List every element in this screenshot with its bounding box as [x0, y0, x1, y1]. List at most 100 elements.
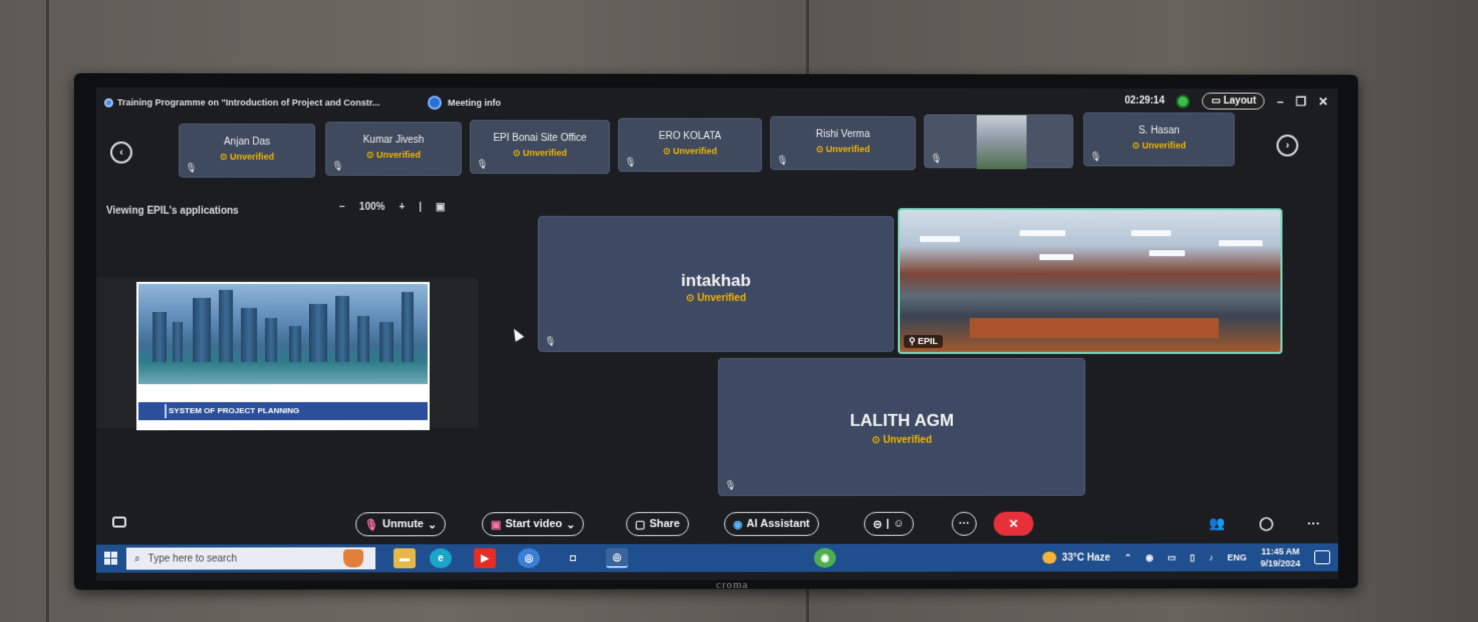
participant-thumb[interactable]: S. Hasan ⊙ Unverified 🎙	[1083, 112, 1235, 167]
edge-icon[interactable]: e	[429, 548, 452, 569]
participant-video-feed	[976, 115, 1027, 170]
zoom-in-button[interactable]: +	[399, 202, 405, 213]
captions-icon[interactable]	[112, 516, 127, 528]
layout-label: Layout	[1223, 95, 1257, 107]
shared-content-area[interactable]: SYSTEM OF PROJECT PLANNING	[96, 277, 478, 431]
tv-monitor: Training Programme on "Introduction of P…	[74, 73, 1359, 591]
windows-start-icon[interactable]	[104, 551, 118, 565]
webex-logo-icon	[104, 97, 114, 107]
slide-accent-line	[164, 404, 167, 419]
clock[interactable]: 11:45 AM 9/19/2024	[1261, 545, 1301, 569]
close-icon: ✕	[1008, 516, 1019, 531]
skyline-tower	[240, 307, 258, 363]
weather-haze-icon	[1042, 551, 1057, 564]
participant-tile-intakhab[interactable]: intakhab ⊙ Unverified 🎙	[537, 215, 894, 353]
webex-meeting-window: Training Programme on "Introduction of P…	[96, 87, 1339, 581]
video-name-tag: ⚲ EPIL	[903, 334, 943, 348]
zoom-out-button[interactable]: −	[339, 202, 345, 213]
chat-icon[interactable]: ◯	[1259, 516, 1273, 532]
search-highlight-icon	[343, 549, 364, 568]
taskbar-search-input[interactable]: ⌕ Type here to search	[126, 547, 376, 570]
volume-icon[interactable]: ♪	[1209, 552, 1213, 562]
weather-text: 33°C Haze	[1062, 552, 1111, 564]
more-icon[interactable]: ···	[1307, 515, 1320, 531]
meeting-info-button[interactable]: Meeting info	[427, 95, 501, 110]
ai-assistant-label: AI Assistant	[746, 517, 810, 530]
unverified-badge: ⊙ Unverified	[662, 145, 718, 156]
search-icon: ⌕	[134, 553, 141, 565]
ceiling-light	[1039, 254, 1074, 261]
participant-video-thumb[interactable]: 🎙	[923, 114, 1074, 170]
network-icon[interactable]: ▭	[1167, 552, 1175, 563]
unverified-badge: ⊙ Unverified	[1132, 140, 1186, 151]
language-indicator[interactable]: ENG	[1227, 552, 1246, 562]
meeting-controls: 🎙 Unmute ⌄ ▣ Start video ⌄ ▢ Share ◉ AI …	[96, 507, 1338, 540]
unverified-badge: ⊙ Unverified	[366, 149, 421, 160]
skyline-tower	[357, 315, 370, 363]
chevron-down-icon[interactable]: ⌄	[566, 518, 575, 531]
restore-button[interactable]: ❐	[1296, 94, 1307, 108]
participant-tile-lalith-agm[interactable]: LALITH AGM ⊙ Unverified 🎙	[718, 357, 1086, 496]
webex-icon[interactable]: ◎	[517, 548, 540, 569]
leave-meeting-button[interactable]: ✕	[993, 511, 1034, 536]
unverified-badge: ⊙ Unverified	[871, 434, 932, 446]
notifications-icon[interactable]	[1314, 550, 1331, 565]
unmute-button[interactable]: 🎙 Unmute ⌄	[355, 512, 446, 537]
system-tray: 33°C Haze ⌃ ◉ ▭ ▯ ♪ ENG 11:45 AM 9/19/20…	[1042, 545, 1331, 569]
clock-time: 11:45 AM	[1261, 546, 1300, 557]
muted-mic-icon: 🎙	[724, 479, 737, 490]
participant-thumb[interactable]: ERO KOLATA ⊙ Unverified 🎙	[617, 117, 762, 173]
close-button[interactable]: ✕	[1318, 94, 1328, 108]
shield-icon	[427, 95, 442, 110]
ceiling-light	[919, 236, 960, 243]
minimize-button[interactable]: –	[1277, 94, 1284, 108]
annotate-icon[interactable]: ▣	[436, 202, 445, 213]
skyline-tower	[152, 311, 167, 363]
participant-name: Rishi Verma	[815, 129, 870, 141]
slide-title-bar: SYSTEM OF PROJECT PLANNING	[138, 402, 428, 421]
ai-assistant-button[interactable]: ◉ AI Assistant	[723, 511, 819, 536]
windows-taskbar: ⌕ Type here to search ▬ e ▶ ◎ ◘ ◎ ◉ 33°C…	[96, 543, 1339, 573]
participant-name: ERO KOLATA	[658, 130, 722, 143]
more-options-button[interactable]: ···	[951, 511, 977, 536]
muted-mic-icon: 🎙	[1090, 151, 1102, 162]
strip-next-button[interactable]: ›	[1276, 134, 1299, 157]
share-button[interactable]: ▢ Share	[625, 512, 689, 537]
city-skyline-image	[138, 283, 428, 385]
wall-seam	[46, 0, 49, 622]
participant-video-epil[interactable]: ⚲ EPIL	[897, 208, 1283, 354]
chevron-up-icon[interactable]: ⌃	[1124, 552, 1132, 563]
youtube-icon[interactable]: ▶	[473, 548, 496, 569]
camera-icon[interactable]: ◘	[562, 548, 584, 568]
weather-widget[interactable]: 33°C Haze	[1042, 551, 1111, 564]
participant-thumb[interactable]: Kumar Jivesh ⊙ Unverified 🎙	[325, 121, 462, 176]
start-video-label: Start video	[505, 518, 563, 531]
reactions-button[interactable]: ⊝ | ☺	[863, 511, 914, 536]
participant-thumb[interactable]: Anjan Das ⊙ Unverified 🎙	[178, 123, 316, 178]
ceiling-light	[1131, 230, 1171, 237]
layout-button[interactable]: ▭ Layout	[1202, 92, 1266, 110]
record-icon[interactable]: ◉	[1146, 552, 1154, 563]
participants-icon[interactable]: 👥	[1209, 516, 1225, 532]
participant-thumb[interactable]: EPI Bonai Site Office ⊙ Unverified 🎙	[469, 119, 610, 174]
chrome-icon[interactable]: ◉	[813, 547, 836, 568]
connection-status-icon[interactable]	[1176, 94, 1191, 109]
file-explorer-icon[interactable]: ▬	[393, 548, 416, 569]
participant-name: S. Hasan	[1138, 125, 1180, 137]
battery-icon[interactable]: ▯	[1190, 552, 1195, 563]
conference-table	[969, 318, 1219, 338]
unverified-badge: ⊙ Unverified	[512, 147, 567, 158]
skyline-tower	[172, 321, 183, 363]
zoom-controls: − 100% + | ▣	[339, 202, 445, 213]
participant-thumb[interactable]: Rishi Verma ⊙ Unverified 🎙	[769, 116, 916, 171]
unverified-badge: ⊙ Unverified	[219, 151, 275, 162]
start-video-button[interactable]: ▣ Start video ⌄	[481, 512, 585, 537]
unmute-label: Unmute	[382, 518, 424, 531]
webex-meeting-taskbar-icon[interactable]: ◎	[605, 548, 628, 569]
ceiling-light	[1218, 240, 1263, 247]
divider: |	[886, 517, 890, 530]
skyline-tower	[289, 325, 302, 363]
video-off-icon: ▣	[490, 518, 502, 531]
strip-prev-button[interactable]: ‹	[110, 141, 133, 164]
chevron-down-icon[interactable]: ⌄	[428, 518, 437, 531]
